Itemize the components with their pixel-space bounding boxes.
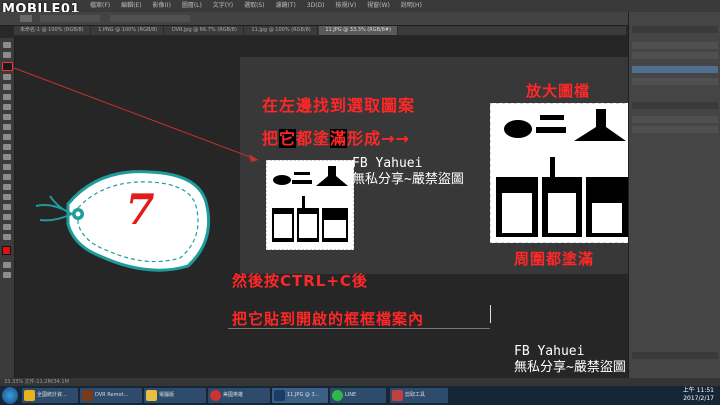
status-bar: 33.33% 文件:11.2M/34.1M — [0, 378, 720, 386]
layer-row-selected[interactable] — [632, 66, 718, 73]
panel-tabs-bottom[interactable] — [632, 102, 718, 109]
watermark-bottom-line-2: 無私分享~嚴禁盜圖 — [514, 360, 626, 375]
watermark-top: FB Yahuei 無私分享~嚴禁盜圖 — [352, 156, 464, 188]
panel-row[interactable] — [632, 42, 718, 49]
photoshop-icon — [274, 390, 285, 401]
watermark-bottom: FB Yahuei 無私分享~嚴禁盜圖 — [514, 344, 626, 376]
start-button[interactable] — [2, 387, 18, 404]
text-cursor — [490, 305, 491, 323]
folder-icon — [146, 390, 157, 401]
video-icon — [210, 390, 221, 401]
instruction-line-2-part-a: 把 — [262, 129, 280, 148]
taskbar-item-photoshop[interactable]: 11.JPG @ 3... — [272, 388, 328, 403]
taskbar-item-snipping[interactable]: 剪取工具 — [390, 388, 448, 403]
instruction-line-2-part-d: 滿 — [330, 129, 348, 148]
instruction-line-2-part-b: 它 — [279, 129, 297, 148]
watermark-bottom-line-1: FB Yahuei — [514, 344, 585, 359]
taskbar-item-folder[interactable]: 電腦版 — [144, 388, 206, 403]
panel-row[interactable] — [632, 126, 718, 133]
panel-row[interactable] — [632, 116, 718, 123]
instruction-step-1: 然後按CTRL+C後 — [232, 272, 368, 290]
underline-divider — [228, 328, 490, 329]
clock-time: 上午 11:51 — [682, 387, 714, 394]
instruction-line-1: 在左邊找到選取圖案 — [262, 96, 416, 115]
taskbar-item-chrome[interactable]: 全國統計資... — [22, 388, 78, 403]
panel-tabs-top[interactable] — [632, 26, 718, 33]
fill-label: 周圍都塗滿 — [514, 250, 595, 268]
watermark-top-line-1: FB Yahuei — [352, 156, 423, 171]
instruction-line-2-part-e: 形成→→ — [347, 129, 410, 148]
panel-row[interactable] — [632, 52, 718, 59]
instruction-line-2: 把它都塗滿形成→→ — [262, 125, 410, 149]
taskbar-item-dvr[interactable]: DVR Remot... — [80, 388, 142, 403]
snipping-tool-icon — [392, 390, 403, 401]
right-panels — [628, 12, 720, 378]
instruction-step-2: 把它貼到開啟的框框檔案內 — [232, 310, 425, 328]
panel-row[interactable] — [632, 78, 718, 85]
watermark-top-line-2: 無私分享~嚴禁盜圖 — [352, 172, 464, 187]
system-clock[interactable]: 上午 11:51 2017/2/17 — [683, 387, 714, 403]
layers-footer[interactable] — [632, 352, 718, 359]
dvr-icon — [82, 390, 93, 401]
small-kitchen-image — [266, 160, 354, 250]
taskbar-item-line[interactable]: LINE — [330, 388, 386, 403]
clock-date: 2017/2/17 — [683, 395, 714, 402]
zoom-label: 放大圖檔 — [526, 82, 591, 100]
chrome-icon — [24, 390, 35, 401]
status-text: 33.33% 文件:11.2M/34.1M — [4, 379, 69, 385]
taskbar-item-video[interactable]: 美國英雄 — [208, 388, 270, 403]
large-kitchen-image — [490, 103, 634, 243]
line-icon — [332, 390, 343, 401]
instruction-line-2-part-c: 都塗 — [296, 129, 331, 148]
